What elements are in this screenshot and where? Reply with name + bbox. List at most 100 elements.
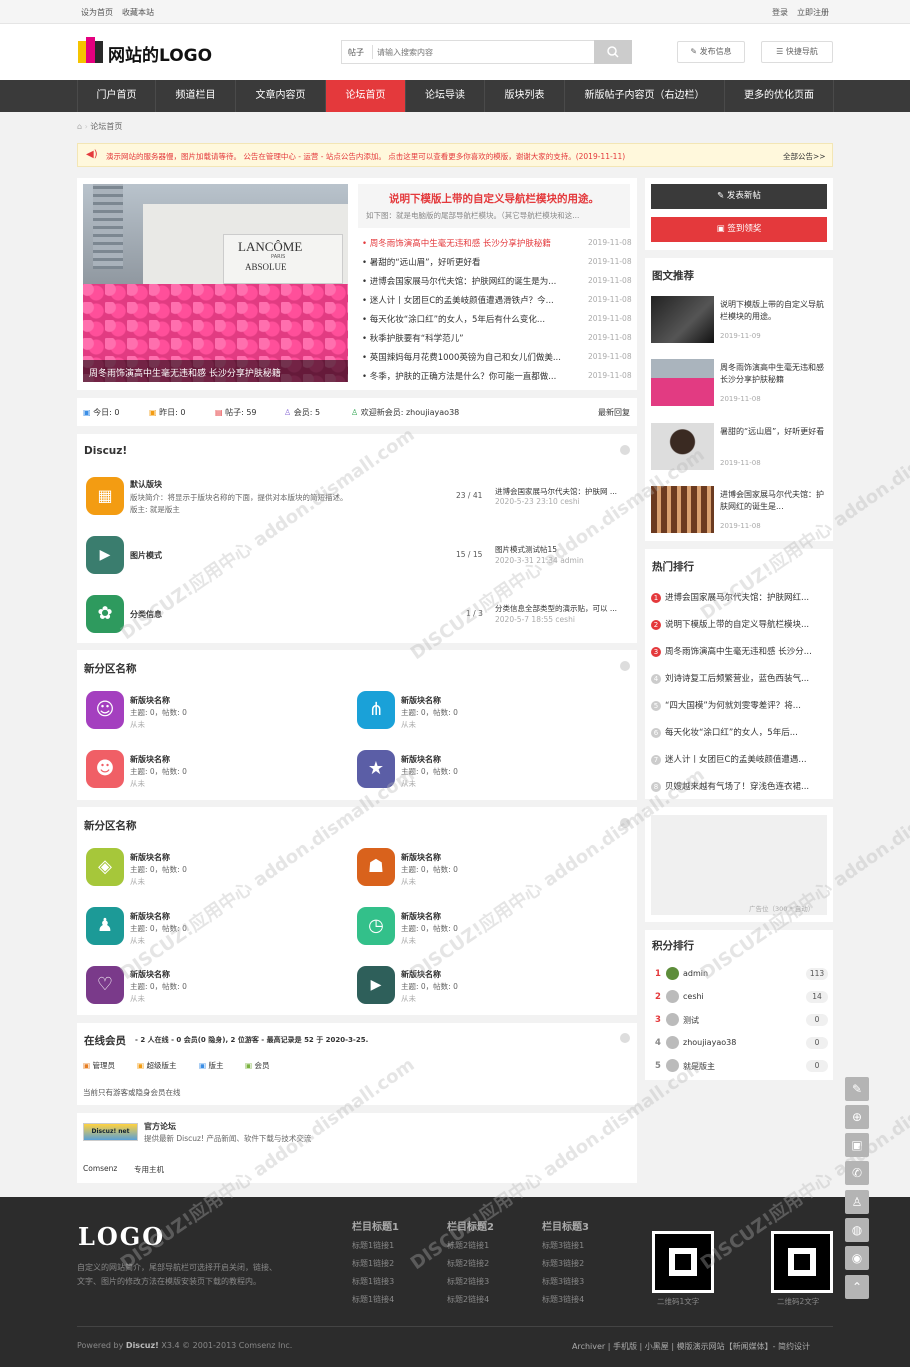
nav-item[interactable]: 更多的优化页面 [724, 80, 834, 112]
edit-icon[interactable]: ✎ [845, 1077, 869, 1101]
avatar[interactable] [666, 967, 679, 980]
footer-link[interactable]: 标题3链接3 [542, 1276, 584, 1287]
plus-icon[interactable]: ⊕ [845, 1105, 869, 1129]
nav-item[interactable]: 版块列表 [484, 80, 564, 112]
forum-name[interactable]: 新版块名称 [130, 754, 170, 765]
forum-icon[interactable]: ☻ [86, 750, 124, 788]
pic-title[interactable]: 暑甜的“远山眉”，好听更好看 [720, 426, 828, 438]
forum-icon[interactable]: ♟ [86, 907, 124, 945]
forum-name[interactable]: 新版块名称 [401, 852, 441, 863]
thumb-image[interactable] [651, 359, 714, 406]
avatar[interactable] [666, 1013, 679, 1026]
home-icon[interactable]: ⌂ [77, 122, 82, 131]
nav-item[interactable]: 文章内容页 [235, 80, 325, 112]
forum-icon[interactable]: ▶ [357, 966, 395, 1004]
forum-name[interactable]: 图片模式 [130, 550, 162, 561]
pic-title[interactable]: 说明下模版上带的自定义导航栏模块的用途。 [720, 299, 828, 323]
footer-link[interactable]: 标题1链接2 [352, 1258, 394, 1269]
forum-moderator[interactable]: 版主: 就是版主 [130, 504, 180, 515]
notice-text[interactable]: 演示网站的服务器慢，图片加载请等待。 公告在管理中心 - 运营 - 站点公告内添… [106, 151, 746, 162]
avatar[interactable] [666, 1059, 679, 1072]
search-button[interactable] [594, 40, 632, 64]
rank-item[interactable]: 4 刘诗诗复工后频繁营业，蓝色西装气... [651, 672, 826, 684]
forum-icon[interactable]: ☗ [357, 848, 395, 886]
forum-name[interactable]: 新版块名称 [401, 754, 441, 765]
forum-icon[interactable]: ⋔ [357, 691, 395, 729]
footer-link[interactable]: 标题3链接2 [542, 1258, 584, 1269]
rank-item[interactable]: 3 周冬雨饰演高中生毫无违和感 长沙分... [651, 645, 826, 657]
new-post-button[interactable]: ✎ 发表新帖 [651, 184, 827, 209]
forum-icon[interactable]: ▦ [86, 477, 124, 515]
forum-icon[interactable]: ★ [357, 750, 395, 788]
search-input[interactable] [377, 44, 592, 60]
set-home-link[interactable]: 设为首页 [81, 7, 113, 18]
footer-logo[interactable]: LOGO [78, 1222, 165, 1251]
forum-icon[interactable]: ◷ [357, 907, 395, 945]
avatar[interactable] [666, 990, 679, 1003]
footer-link[interactable]: 标题2链接3 [447, 1276, 489, 1287]
nav-item-active[interactable]: 论坛首页 [325, 80, 405, 112]
rank-item[interactable]: 8 贝嫂越来越有气场了！穿浅色连衣裙... [651, 780, 826, 792]
slide-caption[interactable]: 周冬雨饰演高中生毫无违和感 长沙分享护肤秘籍 [89, 366, 281, 379]
collapse-toggle[interactable] [620, 445, 630, 455]
text-link[interactable]: Comsenz [83, 1164, 117, 1173]
pic-title[interactable]: 进博会国家展马尔代夫馆：护肤网红的诞生是... [720, 489, 828, 513]
forum-name[interactable]: 默认版块 [130, 479, 162, 490]
news-item[interactable]: • 英国辣妈每月花费1000英镑为自己和女儿们做美... [362, 351, 578, 363]
forum-icon[interactable]: ▶ [86, 536, 124, 574]
bookmark-link[interactable]: 收藏本站 [122, 7, 154, 18]
phone-icon[interactable]: ✆ [845, 1161, 869, 1185]
nav-item[interactable]: 新版帖子内容页（右边栏） [564, 80, 724, 112]
forum-name[interactable]: 新版块名称 [130, 911, 170, 922]
register-link[interactable]: 立即注册 [797, 7, 829, 18]
text-link[interactable]: 专用主机 [134, 1164, 164, 1175]
forum-icon[interactable]: ☺ [86, 691, 124, 729]
thumb-image[interactable] [651, 423, 714, 470]
discuz-logo[interactable]: Discuz! net [83, 1123, 138, 1141]
ad-slot[interactable]: 广告位（300 * 自动） [651, 815, 827, 915]
link-name[interactable]: 官方论坛 [144, 1121, 176, 1132]
login-link[interactable]: 登录 [772, 7, 788, 18]
score-user[interactable]: 就是版主 [683, 1061, 715, 1072]
forum-last-post[interactable]: 进博会国家展马尔代夫馆：护肤网 ... [495, 486, 617, 497]
publish-button[interactable]: ✎ 发布信息 [677, 41, 745, 63]
forum-name[interactable]: 新版块名称 [401, 969, 441, 980]
forum-icon[interactable]: ♡ [86, 966, 124, 1004]
forum-name[interactable]: 新版块名称 [130, 695, 170, 706]
footer-link[interactable]: 标题2链接2 [447, 1258, 489, 1269]
footer-link[interactable]: 标题3链接1 [542, 1240, 584, 1251]
footer-link[interactable]: 标题2链接4 [447, 1294, 489, 1305]
discuz-link[interactable]: Discuz! [126, 1341, 159, 1350]
score-user[interactable]: 测试 [683, 1015, 699, 1026]
forum-name[interactable]: 分类信息 [130, 609, 162, 620]
latest-reply-link[interactable]: 最新回复 [598, 407, 630, 418]
news-item[interactable]: • 冬季，护肤的正确方法是什么？你可能一直都做... [362, 370, 578, 382]
nav-item[interactable]: 门户首页 [77, 80, 155, 112]
rank-item[interactable]: 7 迷人计丨女团巨C的孟美岐颜值遭遇... [651, 753, 826, 765]
news-item[interactable]: • 秋季护肤要有“科学范儿” [362, 332, 578, 344]
forum-name[interactable]: 新版块名称 [130, 969, 170, 980]
wechat-icon[interactable]: ◍ [845, 1218, 869, 1242]
collapse-toggle[interactable] [620, 661, 630, 671]
forum-name[interactable]: 新版块名称 [401, 695, 441, 706]
forum-name[interactable]: 新版块名称 [401, 911, 441, 922]
logo-text[interactable]: 网站的LOGO [108, 41, 212, 66]
notice-all-link[interactable]: 全部公告>> [783, 151, 826, 162]
footer-link[interactable]: 标题1链接3 [352, 1276, 394, 1287]
collapse-toggle[interactable] [620, 818, 630, 828]
news-item[interactable]: • 每天化妆“涂口红”的女人，5年后有什么变化... [362, 313, 578, 325]
back-to-top-icon[interactable]: ⌃ [845, 1275, 869, 1299]
nav-item[interactable]: 论坛导读 [405, 80, 484, 112]
news-item[interactable]: • 进博会国家展马尔代夫馆：护肤网红的诞生是为... [362, 275, 578, 287]
rank-item[interactable]: 1 进博会国家展马尔代夫馆：护肤网红... [651, 591, 826, 603]
news-item[interactable]: • 迷人计丨女团巨C的孟美岐颜值遭遇滑铁卢？今... [362, 294, 578, 306]
score-user[interactable]: admin [683, 969, 708, 978]
forum-last-post[interactable]: 分类信息全部类型的演示贴，可以 ... [495, 603, 617, 614]
rank-item[interactable]: 6 每天化妆“涂口红”的女人，5年后... [651, 726, 826, 738]
forum-name[interactable]: 新版块名称 [130, 852, 170, 863]
score-user[interactable]: zhoujiayao38 [683, 1038, 736, 1047]
forum-icon[interactable]: ✿ [86, 595, 124, 633]
calendar-icon[interactable]: ▣ [845, 1133, 869, 1157]
weibo-icon[interactable]: ◉ [845, 1246, 869, 1270]
forum-last-post[interactable]: 图片模式测试帖15 [495, 544, 557, 555]
